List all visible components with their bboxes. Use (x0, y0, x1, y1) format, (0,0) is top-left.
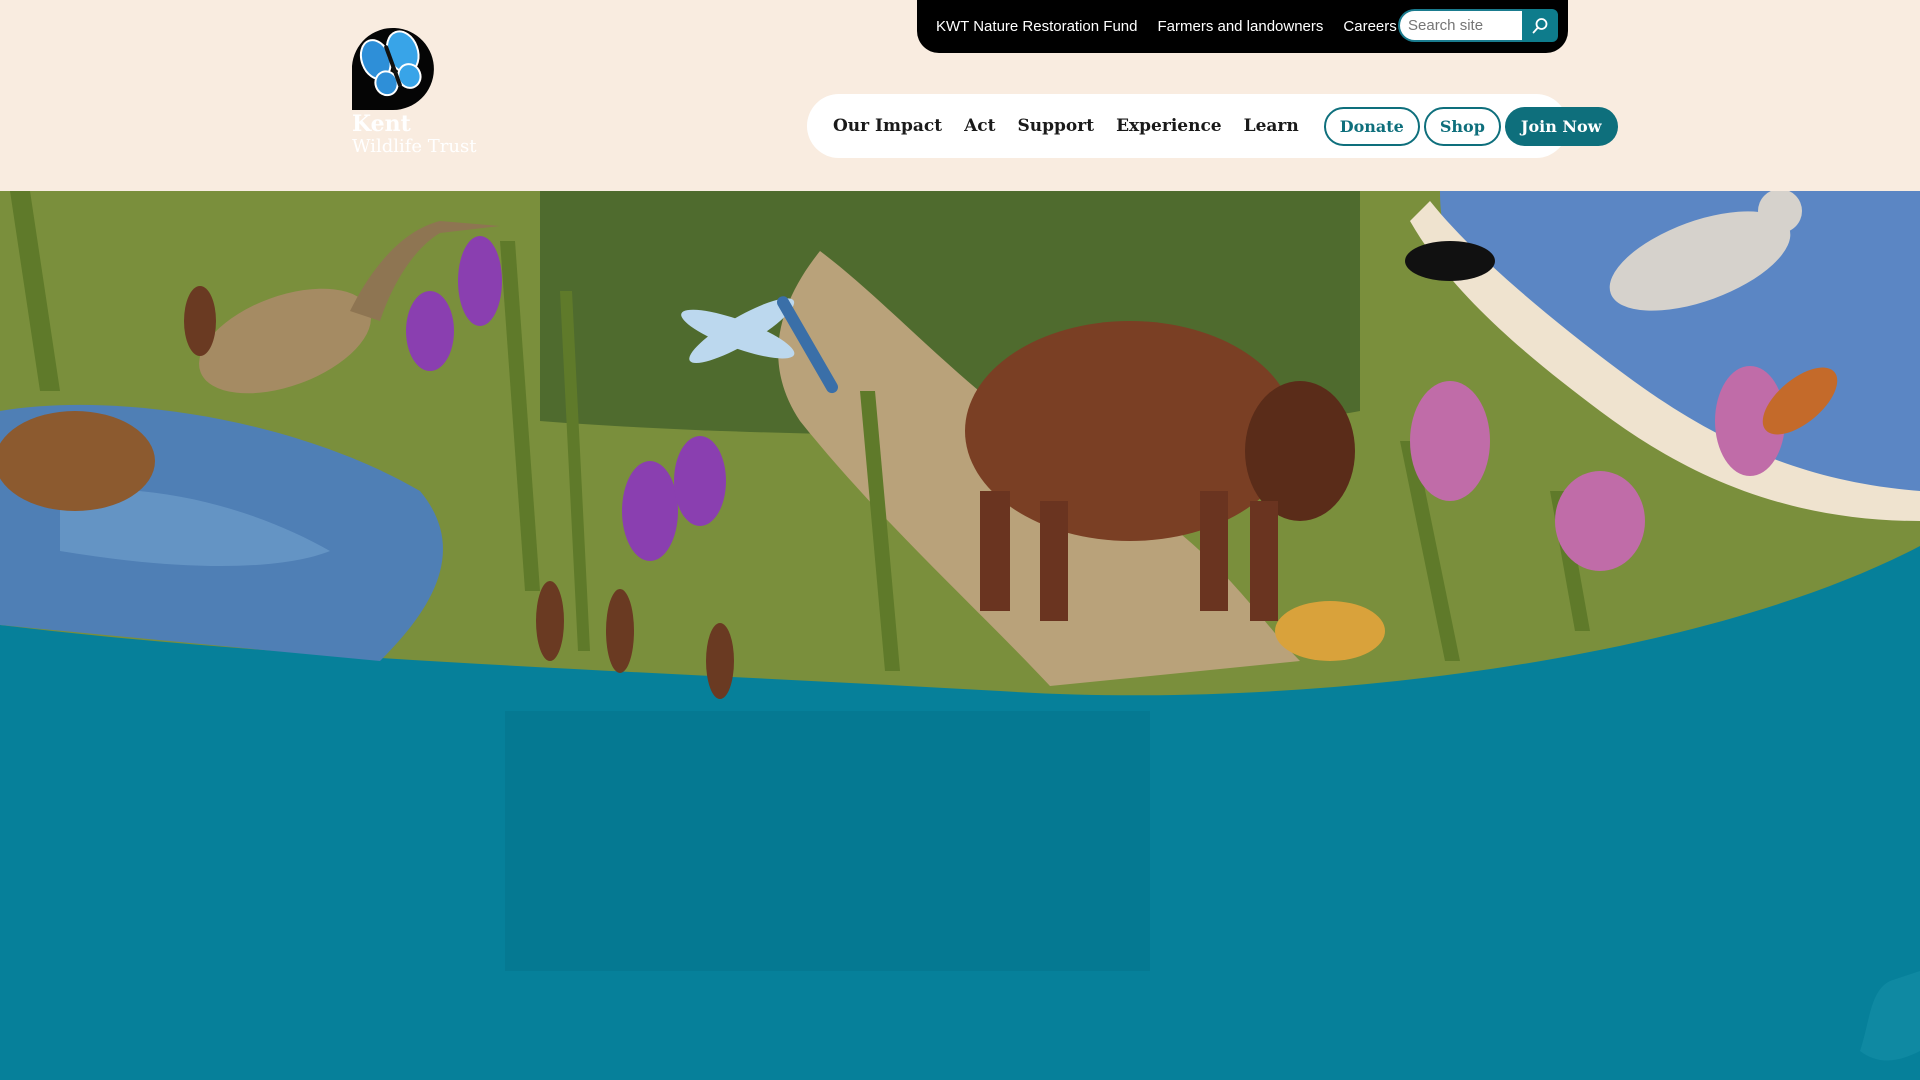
search-icon (1532, 17, 1548, 33)
logo-subtitle: Wildlife Trust (352, 136, 477, 157)
site-header: Kent Wildlife Trust KWT Nature Restorati… (0, 0, 1920, 191)
join-now-button[interactable]: Join Now (1504, 106, 1618, 146)
hero-section (0, 191, 1920, 1080)
nav-support[interactable]: Support (1018, 116, 1095, 136)
search-button[interactable] (1522, 9, 1558, 42)
butterfly-logo-icon (352, 28, 434, 110)
site-logo[interactable]: Kent Wildlife Trust (352, 26, 492, 164)
logo-name: Kent (352, 111, 411, 137)
nav-experience[interactable]: Experience (1116, 116, 1222, 136)
search-input[interactable] (1398, 9, 1522, 42)
utility-link-farmers-landowners[interactable]: Farmers and landowners (1157, 18, 1323, 35)
nav-act[interactable]: Act (964, 116, 995, 136)
wildlife-illustration (0, 191, 1920, 699)
hero-illustration (0, 191, 1920, 1080)
utility-link-nature-restoration-fund[interactable]: KWT Nature Restoration Fund (936, 18, 1137, 35)
nav-learn[interactable]: Learn (1244, 116, 1299, 136)
main-nav: Our Impact Act Support Experience Learn … (807, 94, 1618, 158)
content-ghost (505, 711, 1150, 971)
shop-button[interactable]: Shop (1423, 106, 1501, 146)
utility-nav: KWT Nature Restoration Fund Farmers and … (917, 0, 1568, 53)
nav-our-impact[interactable]: Our Impact (833, 116, 942, 136)
search-form (1398, 9, 1558, 42)
donate-button[interactable]: Donate (1323, 106, 1420, 146)
utility-link-careers[interactable]: Careers (1343, 18, 1396, 35)
